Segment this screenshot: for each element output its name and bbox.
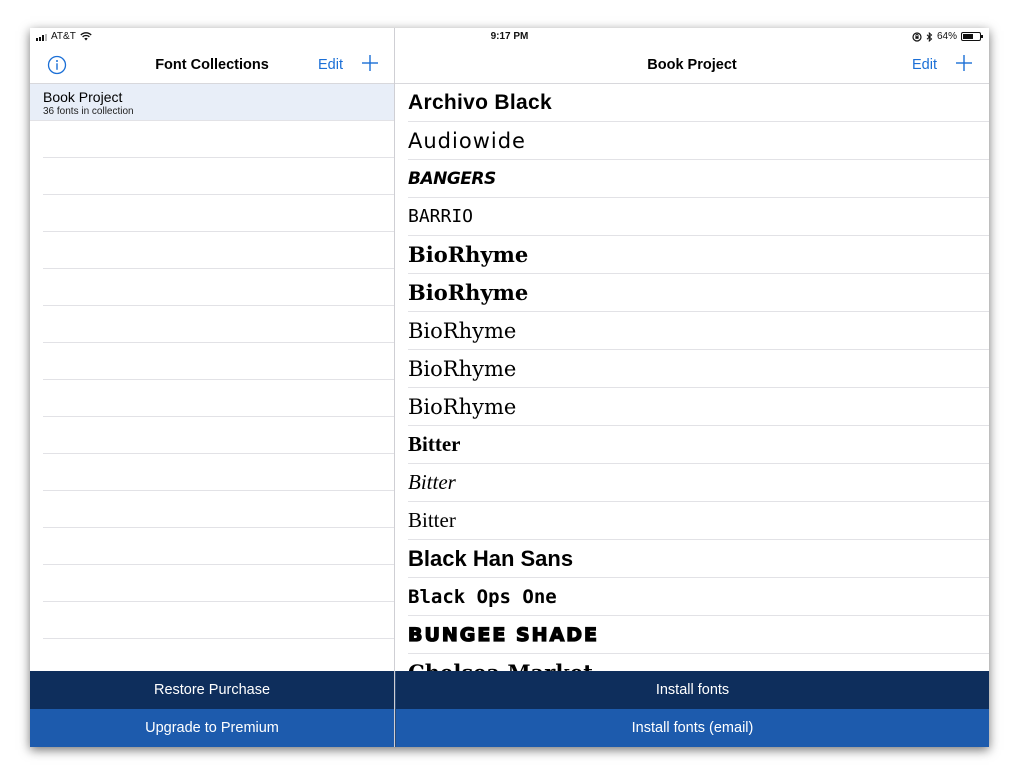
- font-name: BARRIO: [408, 206, 474, 227]
- bluetooth-icon: [926, 31, 933, 42]
- font-name: BUNGEE SHADE: [407, 623, 600, 646]
- collections-edit-button[interactable]: Edit: [318, 57, 343, 73]
- install-fonts-email-button[interactable]: Install fonts (email): [395, 709, 989, 747]
- font-name: Bitter: [408, 432, 461, 456]
- add-font-icon[interactable]: [954, 53, 974, 73]
- font-row[interactable]: Bitter: [408, 426, 989, 464]
- empty-list-row: [43, 269, 394, 306]
- font-row[interactable]: BARRIO: [408, 198, 989, 236]
- font-row[interactable]: Black Han Sans: [408, 540, 989, 578]
- empty-list-row: [43, 158, 394, 195]
- empty-list-row: [43, 565, 394, 602]
- collection-title: Book Project: [647, 57, 737, 73]
- empty-list-row: [43, 380, 394, 417]
- status-time: 9:17 PM: [490, 31, 529, 42]
- empty-list-row: [43, 602, 394, 639]
- empty-list-row: [43, 454, 394, 491]
- font-name: Black Ops One: [408, 585, 557, 608]
- font-name: Audiowide: [408, 128, 526, 153]
- battery-percent: 64%: [936, 31, 957, 42]
- left-nav-bar: Font Collections Edit: [30, 46, 394, 84]
- right-nav-bar: Book Project Edit: [395, 46, 989, 84]
- empty-list-row: [43, 528, 394, 565]
- orientation-lock-icon: [912, 31, 922, 42]
- font-row[interactable]: Bitter: [408, 464, 989, 502]
- font-name: BANGERS: [408, 168, 496, 189]
- collections-list: Book Project 36 fonts in collection: [30, 84, 394, 671]
- font-row[interactable]: Audiowide: [408, 122, 989, 160]
- empty-list-row: [43, 306, 394, 343]
- font-row[interactable]: BioRhyme: [408, 236, 989, 274]
- collection-item-book-project[interactable]: Book Project 36 fonts in collection: [30, 84, 394, 121]
- font-row[interactable]: BioRhyme: [408, 312, 989, 350]
- restore-purchase-button[interactable]: Restore Purchase: [30, 671, 394, 709]
- font-name: BioRhyme: [408, 356, 517, 381]
- font-collections-pane: AT&T Font Collections Edit Book Project …: [30, 28, 395, 747]
- font-row[interactable]: BioRhyme: [408, 274, 989, 312]
- font-name: Archivo Black: [408, 90, 552, 114]
- status-right-group: 64%: [912, 31, 983, 42]
- font-row[interactable]: Archivo Black: [408, 84, 989, 122]
- empty-list-row: [43, 491, 394, 528]
- font-row[interactable]: BioRhyme: [408, 350, 989, 388]
- battery-icon: [961, 32, 983, 41]
- empty-list-row: [43, 417, 394, 454]
- empty-list-row: [43, 195, 394, 232]
- font-row[interactable]: BioRhyme: [408, 388, 989, 426]
- font-row[interactable]: Black Ops One: [408, 578, 989, 616]
- font-name: Chelsea Market: [408, 660, 593, 671]
- collection-name: Book Project: [43, 89, 123, 105]
- empty-list-row: [43, 639, 394, 671]
- font-name: BioRhyme: [408, 318, 517, 343]
- empty-list-row: [43, 343, 394, 380]
- font-row[interactable]: BUNGEE SHADE: [407, 616, 989, 654]
- font-row[interactable]: Bitter: [408, 502, 989, 540]
- upgrade-premium-button[interactable]: Upgrade to Premium: [30, 709, 394, 747]
- font-name: Black Han Sans: [408, 545, 574, 571]
- status-bar-right: 9:17 PM 64%: [30, 28, 989, 46]
- font-name: BioRhyme: [408, 394, 517, 419]
- collection-detail-pane: 9:17 PM 64% Book Project Edit Archivo Bl…: [395, 28, 989, 747]
- font-row[interactable]: Chelsea Market: [408, 654, 989, 671]
- fonts-edit-button[interactable]: Edit: [912, 57, 937, 73]
- empty-list-row: [43, 121, 394, 158]
- collection-count: 36 fonts in collection: [43, 106, 134, 117]
- font-list: Archivo Black Audiowide BANGERS BARRIO B…: [395, 84, 989, 671]
- empty-list-row: [43, 232, 394, 269]
- font-name: BioRhyme: [408, 280, 529, 305]
- ipad-screen: AT&T Font Collections Edit Book Project …: [30, 28, 989, 747]
- font-row[interactable]: BANGERS: [408, 160, 989, 198]
- font-name: BioRhyme: [408, 242, 529, 267]
- font-name: Bitter: [408, 508, 456, 532]
- add-collection-icon[interactable]: [360, 53, 380, 73]
- font-name: Bitter: [408, 470, 456, 494]
- install-fonts-button[interactable]: Install fonts: [395, 671, 989, 709]
